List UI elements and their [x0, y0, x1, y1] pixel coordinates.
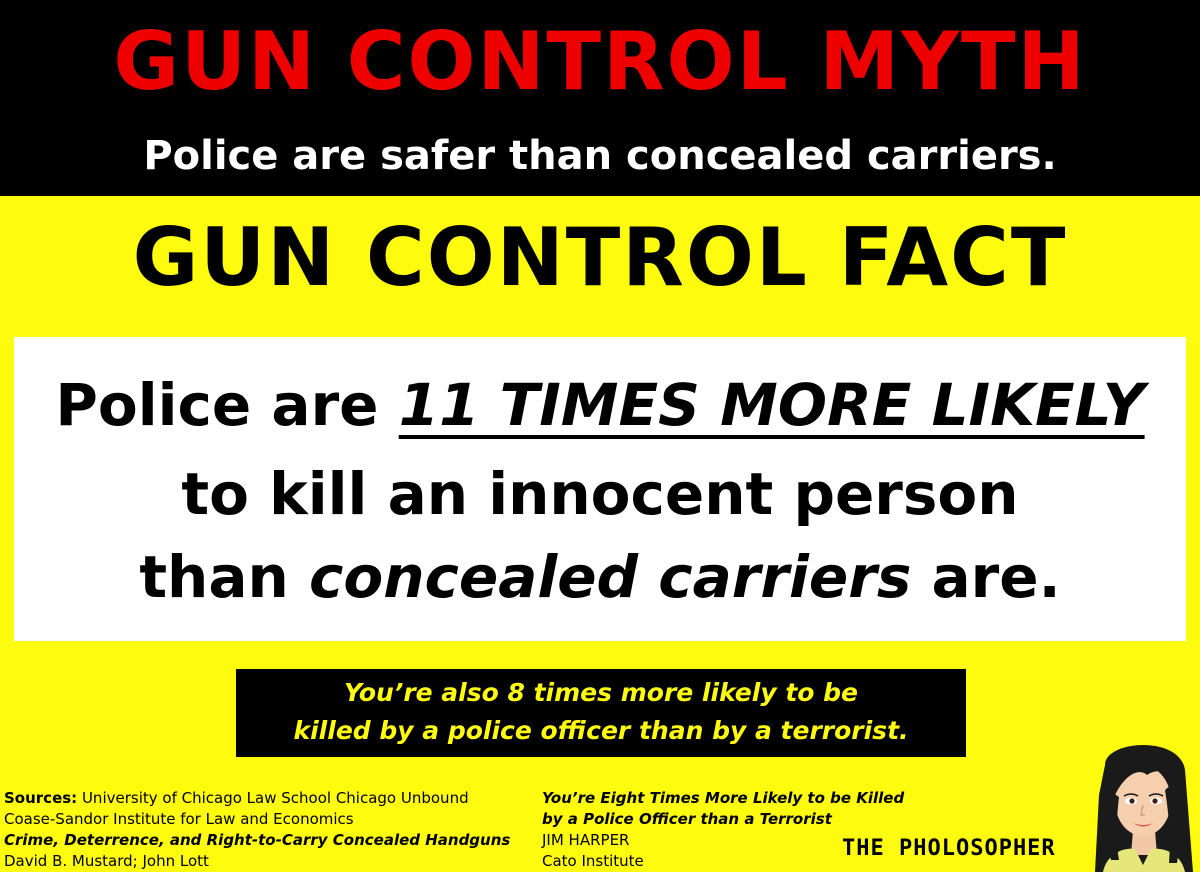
fact-line-3: than concealed carriers are. [14, 537, 1186, 617]
fact-line-1: Police are 11 TIMES MORE LIKELY [14, 365, 1186, 445]
sources-right-line-4: Cato Institute [542, 852, 644, 870]
terrorist-note-box: You’re also 8 times more likely to be ki… [236, 669, 966, 757]
note-line-2: killed by a police officer than by a ter… [293, 716, 909, 745]
branding-text: THE PHOLOSOPHER [842, 836, 1056, 861]
fact-line-3-emphasis: concealed carriers [308, 543, 912, 611]
pholosopher-portrait-icon [1095, 745, 1193, 872]
fact-title: GUN CONTROL FACT [132, 211, 1068, 304]
myth-title: GUN CONTROL MYTH [113, 15, 1087, 108]
sources-left-line-3: Crime, Deterrence, and Right-to-Carry Co… [4, 831, 511, 849]
fact-statement-box: Police are 11 TIMES MORE LIKELY to kill … [14, 337, 1186, 641]
fact-line-1-emphasis: 11 TIMES MORE LIKELY [398, 371, 1145, 439]
myth-subtitle: Police are safer than concealed carriers… [143, 133, 1057, 179]
myth-banner: GUN CONTROL MYTH Police are safer than c… [0, 0, 1200, 196]
sources-left-line-4: David B. Mustard; John Lott [4, 852, 209, 870]
sources-label: Sources: [4, 789, 78, 807]
fact-line-3-suffix: are. [911, 543, 1061, 611]
sources-left-1: University of Chicago Law School Chicago… [77, 789, 469, 807]
sources-right-line-1: You’re Eight Times More Likely to be Kil… [542, 789, 905, 807]
fact-line-1-prefix: Police are [55, 371, 399, 439]
fact-line-2: to kill an innocent person [181, 460, 1019, 528]
sources-left-line-2: Coase-Sandor Institute for Law and Econo… [4, 810, 354, 828]
sources-left-line-1: Sources: University of Chicago Law Schoo… [4, 788, 469, 809]
note-line-1: You’re also 8 times more likely to be [343, 678, 859, 707]
sources-right-line-3: JIM HARPER [542, 831, 630, 849]
fact-line-3-prefix: than [139, 543, 309, 611]
sources-right-line-2: by a Police Officer than a Terrorist [542, 810, 832, 828]
